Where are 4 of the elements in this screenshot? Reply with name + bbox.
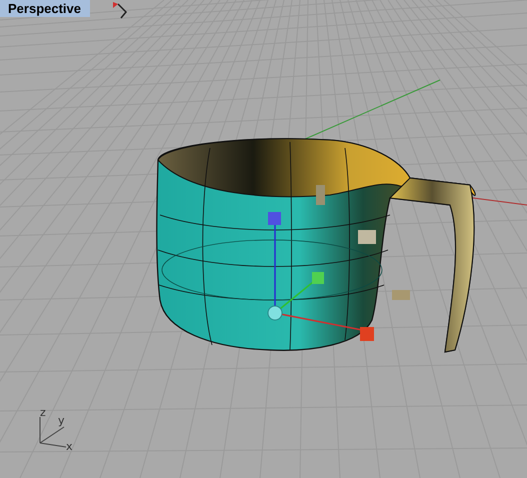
- viewport-title[interactable]: Perspective: [0, 0, 90, 17]
- axis-label: y: [58, 414, 65, 427]
- axis-label: z: [40, 406, 46, 419]
- axis-label: x: [66, 440, 73, 453]
